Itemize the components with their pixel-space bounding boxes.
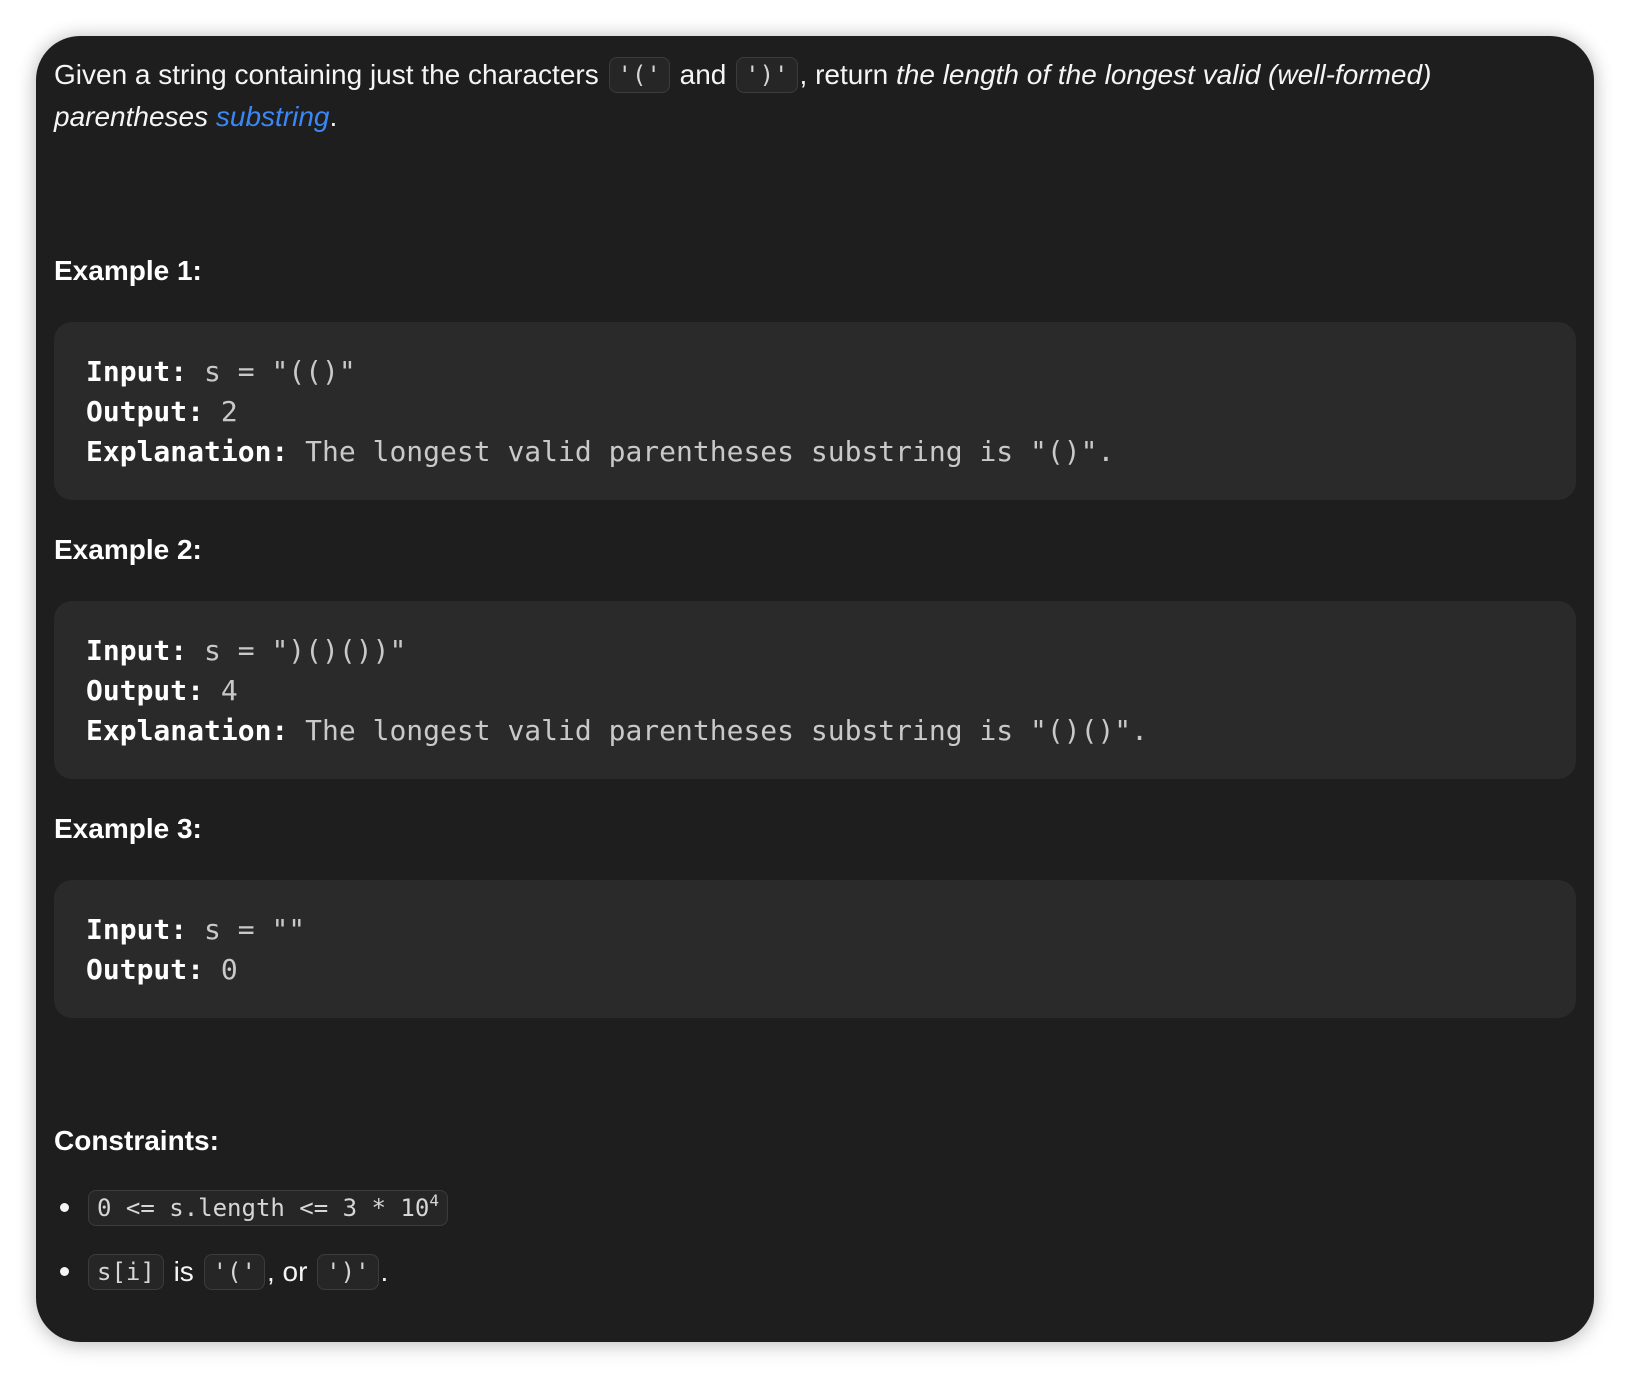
example-3-title: Example 3:	[54, 813, 202, 844]
description-text: Given a string containing just the chara…	[54, 59, 607, 90]
length-constraint-text: 0 <= s.length <= 3 * 10	[97, 1194, 430, 1222]
constraint-item: s[i] is '(', or ')'.	[54, 1252, 450, 1292]
input-value: s = ")()())"	[187, 634, 407, 667]
exponent: 4	[429, 1191, 439, 1210]
explanation-value: The longest valid parentheses substring …	[288, 435, 1115, 468]
problem-card: Given a string containing just the chara…	[36, 36, 1594, 1342]
input-label: Input:	[86, 355, 188, 388]
description-and: and	[671, 59, 735, 90]
input-label: Input:	[86, 913, 188, 946]
explanation-value: The longest valid parentheses substring …	[288, 714, 1149, 747]
constraint-end: .	[380, 1256, 389, 1287]
open-paren-code: '('	[608, 57, 670, 93]
output-value: 2	[204, 395, 238, 428]
bullet-icon	[60, 1203, 69, 1212]
input-value: s = "(()"	[187, 355, 356, 388]
input-value: s = ""	[187, 913, 306, 946]
constraint-item: 0 <= s.length <= 3 * 104	[54, 1188, 450, 1228]
open-paren-code: '('	[203, 1254, 265, 1290]
constraint-or: , or	[266, 1256, 316, 1287]
constraints-title: Constraints:	[54, 1125, 219, 1156]
output-label: Output:	[86, 395, 205, 428]
problem-description: Given a string containing just the chara…	[54, 54, 1576, 138]
explanation-label: Explanation:	[86, 714, 289, 747]
constraint-is: is	[165, 1256, 202, 1287]
close-paren-code: ')'	[736, 57, 798, 93]
problem-content: Given a string containing just the chara…	[54, 54, 1576, 1290]
description-end: .	[329, 101, 338, 132]
substring-link[interactable]: substring	[216, 101, 330, 132]
close-paren-code: ')'	[317, 1254, 379, 1290]
bullet-icon	[60, 1267, 69, 1276]
output-value: 0	[204, 953, 238, 986]
example-1-block: Input: s = "(()" Output: 2 Explanation: …	[54, 322, 1576, 500]
example-1-title: Example 1:	[54, 255, 202, 286]
example-2-block: Input: s = ")()())" Output: 4 Explanatio…	[54, 601, 1576, 779]
input-label: Input:	[86, 634, 188, 667]
example-2-title: Example 2:	[54, 534, 202, 565]
output-value: 4	[204, 674, 238, 707]
output-label: Output:	[86, 953, 205, 986]
description-return: , return	[799, 59, 896, 90]
constraints-list: 0 <= s.length <= 3 * 104 s[i] is '(', or…	[54, 1188, 450, 1316]
example-3-block: Input: s = "" Output: 0	[54, 880, 1576, 1018]
length-constraint-code: 0 <= s.length <= 3 * 104	[88, 1190, 448, 1226]
explanation-label: Explanation:	[86, 435, 289, 468]
output-label: Output:	[86, 674, 205, 707]
char-code: s[i]	[88, 1254, 164, 1290]
